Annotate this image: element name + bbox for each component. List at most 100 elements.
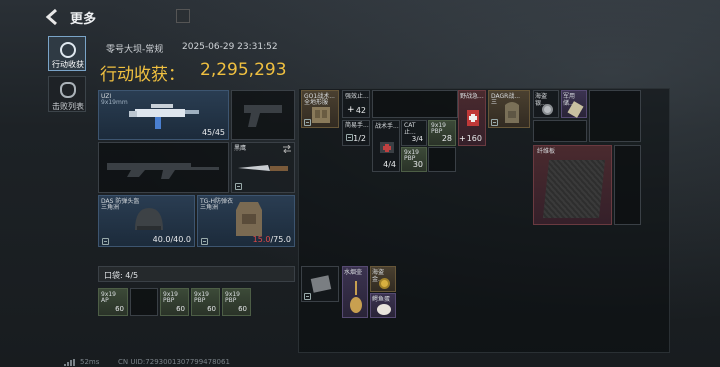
bag2-slot-pirate-gold[interactable]: 海盗金...: [370, 266, 396, 292]
lock-icon: [235, 183, 242, 190]
backpack-icon: [505, 102, 519, 123]
tab-operation-gains-label: 行动收获: [52, 60, 84, 69]
cat-name: CAT止...: [404, 122, 416, 136]
user-uid: CN UID:7293001307799478061: [118, 358, 230, 366]
hookah-name: 水烟壶: [344, 269, 363, 276]
backpack-slot-pirate-silver[interactable]: 海盗银...: [533, 90, 559, 118]
tab-kill-list[interactable]: 击败列表: [48, 76, 86, 112]
rig-slot-tourniquet-a[interactable]: 战术手... 4/4: [372, 120, 400, 172]
tab-operation-gains[interactable]: 行动收获: [48, 36, 86, 71]
plus-icon: +: [347, 105, 355, 115]
bag2-slot-hookah[interactable]: 水烟壶: [342, 266, 368, 318]
backpack-slot-firstaid[interactable]: 野战急... + 160: [458, 90, 486, 146]
croc-egg-name: 鳄鱼蛋: [372, 296, 391, 303]
melee-slot[interactable]: 黑鹰: [231, 142, 295, 193]
match-datetime: 2025-06-29 23:31:52: [182, 42, 278, 52]
pocket-item-4-count: 60: [207, 305, 216, 313]
medkit-icon: [380, 142, 394, 153]
egg-icon: [377, 304, 391, 315]
helmet-sub: 三角洲: [101, 204, 120, 211]
pocket-slot-2[interactable]: [130, 288, 158, 316]
cat-count: 3/4: [411, 135, 423, 143]
map-mode: 零号大坝-常规: [106, 45, 164, 55]
skull-icon: [60, 82, 76, 98]
back-arrow-icon: [45, 8, 57, 26]
back-button[interactable]: [44, 8, 64, 26]
rig-slot-ammo-a[interactable]: 9x19 PBP 28: [428, 120, 456, 146]
backpack-sub: 三: [491, 99, 498, 106]
lock-icon: [201, 238, 208, 245]
primary-weapon-slot[interactable]: UZI 9x19mm 45/45: [98, 90, 229, 140]
tactical-kit-count: 4/4: [383, 160, 396, 169]
helmet-icon: [135, 208, 163, 230]
pocket-slot-1[interactable]: 9x19 AP 60: [98, 288, 128, 316]
bandage-icon: [346, 134, 353, 141]
lock-icon: [304, 119, 311, 126]
rig-grid-a: [372, 90, 458, 118]
rig-ammo-a-count: 28: [441, 134, 452, 143]
secondary-weapon-slot[interactable]: [98, 142, 229, 193]
pocket-header: 口袋: 4/5: [98, 266, 295, 282]
tab-kill-list-label: 击败列表: [52, 102, 84, 111]
armor-vest-icon: [236, 202, 262, 236]
pistol-icon: [244, 105, 282, 127]
first-aid-kit-icon: [467, 110, 479, 126]
knife-icon: [238, 165, 288, 171]
case-icon: [310, 275, 332, 293]
bag2-slot-croc-egg[interactable]: 鳄鱼蛋: [370, 293, 396, 318]
armor-slot[interactable]: TG-H防弹衣 三角洲 15.0/75.0: [197, 195, 295, 247]
rifle-icon: [107, 163, 219, 179]
bag2-container[interactable]: [301, 266, 339, 302]
fiberboard-icon: [542, 160, 606, 218]
rig-slot[interactable]: GO1战术... 全地形服: [301, 90, 339, 128]
primary-weapon-ammo: 9x19mm: [101, 99, 128, 106]
rig-ammo-a-sub: PBP: [431, 128, 443, 135]
pocket-slot-5[interactable]: 9x19 PBP 60: [222, 288, 251, 316]
backpack-slot-fiberboard[interactable]: 纤维板: [533, 145, 612, 225]
armor-durability-current: 15.0: [252, 235, 271, 244]
rig-slot-stim[interactable]: 强效止... + 42: [342, 90, 370, 118]
smg-icon: [129, 104, 199, 129]
primary-weapon-count: 45/45: [201, 128, 225, 137]
backpack-grid-b: [533, 120, 587, 142]
backpack-grid-c: [614, 145, 641, 225]
lock-icon: [304, 293, 311, 300]
pocket-label: 口袋: 4/5: [104, 271, 139, 280]
stim-name: 强效止...: [345, 93, 369, 100]
pocket-slot-3[interactable]: 9x19 PBP 60: [160, 288, 189, 316]
page-title: 更多: [70, 12, 97, 27]
gold-coin-icon: [379, 278, 390, 289]
swap-icon: [283, 145, 291, 153]
pocket-item-1-count: 60: [115, 305, 124, 313]
earnings-value: 2,295,293: [200, 60, 287, 80]
fiberboard-name: 纤维板: [537, 148, 556, 155]
pocket-item-4-sub: PBP: [194, 297, 206, 304]
close-icon[interactable]: [176, 9, 190, 23]
pocket-item-3-count: 60: [176, 305, 185, 313]
firstaid-count: 160: [466, 134, 482, 143]
rig-ammo-b-count: 30: [412, 160, 423, 169]
bandage-name: 简易手...: [345, 122, 369, 129]
pocket-item-5-sub: PBP: [225, 297, 237, 304]
firstaid-name: 野战急...: [460, 93, 484, 100]
helmet-slot[interactable]: DAS 防弹头盔 三角洲 40.0/40.0: [98, 195, 195, 247]
earnings-label: 行动收获：: [100, 65, 185, 85]
sidearm-slot[interactable]: [231, 90, 295, 140]
tactical-kit-name: 战术手...: [375, 123, 399, 130]
gains-icon: [60, 42, 76, 58]
lock-icon: [491, 119, 498, 126]
backpack-grid-a: [589, 90, 641, 142]
pocket-slot-4[interactable]: 9x19 PBP 60: [191, 288, 220, 316]
armor-sub: 三角洲: [200, 204, 219, 211]
coin-icon: [542, 104, 553, 115]
bandage-count: 1/2: [353, 134, 366, 143]
rig-slot-bandage[interactable]: 简易手... 1/2: [342, 120, 370, 146]
backpack-slot-military-storage[interactable]: 军用储...: [561, 90, 587, 118]
rig-slot-cat[interactable]: CAT止... 3/4: [401, 120, 427, 146]
rig-slot-ammo-b[interactable]: 9x19 PBP 30: [401, 147, 427, 172]
pocket-item-1-sub: AP: [101, 297, 109, 304]
backpack-slot[interactable]: DAGR战... 三: [488, 90, 530, 128]
signal-icon: [64, 359, 75, 366]
helmet-durability: 40.0/40.0: [152, 235, 191, 244]
pocket-item-5-count: 60: [238, 305, 247, 313]
